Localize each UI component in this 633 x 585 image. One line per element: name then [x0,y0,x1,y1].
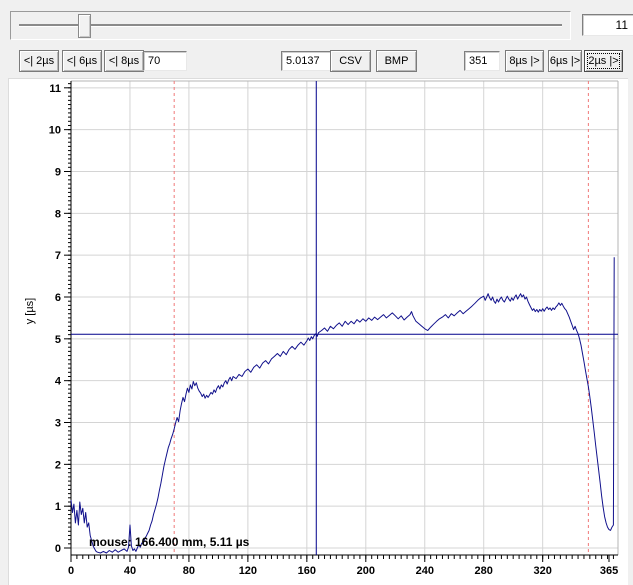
svg-text:120: 120 [239,565,257,577]
svg-text:8: 8 [55,208,61,220]
svg-text:240: 240 [416,565,434,577]
right-cursor-field[interactable]: 351 [464,51,500,71]
back-6us-button[interactable]: <| 6µs [62,50,102,72]
csv-button[interactable]: CSV [330,50,371,72]
svg-text:11: 11 [49,83,61,95]
svg-text:9: 9 [55,166,61,178]
svg-text:5: 5 [55,334,61,346]
bmp-button[interactable]: BMP [376,50,417,72]
svg-text:y [µs]: y [µs] [24,298,36,325]
svg-text:0: 0 [68,565,74,577]
signal-chart-panel[interactable]: 0 40 80 120 160 200 240 280 320 365 0 1 2 3 4 5 6 7 8 9 10 11… [8,78,628,585]
svg-text:80: 80 [183,565,195,577]
back-2us-button[interactable]: <| 2µs [19,50,59,72]
svg-text:6: 6 [55,292,61,304]
svg-text:280: 280 [475,565,493,577]
svg-text:mouse: 166.400 mm, 5.11 µs: mouse: 166.400 mm, 5.11 µs [89,535,250,549]
fwd-6us-button[interactable]: 6µs |> [548,50,582,72]
chart-svg[interactable]: 0 40 80 120 160 200 240 280 320 365 0 1 2 3 4 5 6 7 8 9 10 11… [9,79,628,585]
svg-text:7: 7 [55,250,61,262]
svg-text:40: 40 [124,565,136,577]
svg-text:160: 160 [298,565,316,577]
svg-text:3: 3 [55,418,61,430]
fwd-2us-button[interactable]: 2µs |> [584,50,623,72]
back-8us-button[interactable]: <| 8µs [104,50,144,72]
svg-text:320: 320 [533,565,551,577]
svg-text:10: 10 [49,125,61,137]
y-value-field[interactable]: 5.0137 [281,51,332,71]
slider-track[interactable] [19,24,562,26]
slider-thumb[interactable] [78,14,91,38]
fwd-8us-button[interactable]: 8µs |> [505,50,544,72]
svg-text:200: 200 [357,565,375,577]
svg-text:4: 4 [55,376,62,388]
left-cursor-field[interactable]: 70 [143,51,187,71]
svg-text:0: 0 [55,543,61,555]
svg-text:365: 365 [600,565,618,577]
measurement-window: 11 <| 2µs <| 6µs <| 8µs 70 5.0137 CSV BM… [0,0,633,585]
svg-text:2: 2 [55,459,61,471]
slider-value-field[interactable]: 11 [582,14,633,36]
position-slider[interactable] [10,11,571,40]
svg-text:1: 1 [55,501,61,513]
